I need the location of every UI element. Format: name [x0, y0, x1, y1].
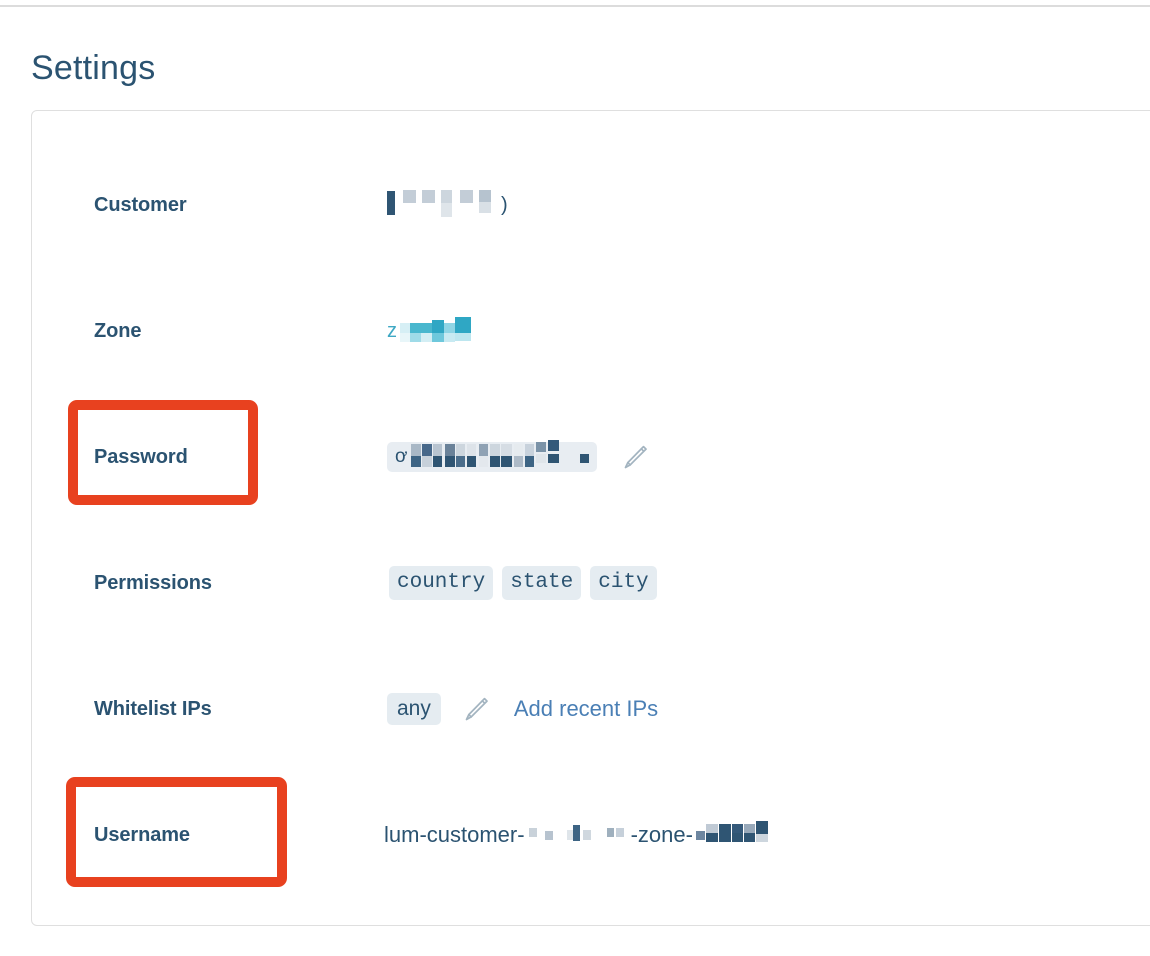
top-divider — [0, 5, 1150, 7]
label-zone: Zone — [94, 319, 142, 342]
settings-row-username: Username lum-customer- -zone- — [32, 807, 1150, 863]
redacted-zone-value — [400, 317, 472, 342]
value-whitelist-ips: any Add recent IPs — [387, 689, 658, 729]
value-password: ơ — [387, 437, 651, 477]
settings-row-zone: Zone z — [32, 303, 1150, 359]
whitelist-pill-any[interactable]: any — [387, 693, 441, 725]
label-password: Password — [94, 445, 188, 468]
settings-row-password: Password ơ — [32, 429, 1150, 485]
username-zone-separator: -zone- — [630, 822, 693, 847]
redacted-password-value — [411, 440, 590, 468]
redacted-customer-value — [387, 190, 499, 217]
pencil-icon[interactable] — [617, 440, 651, 474]
label-permissions: Permissions — [94, 571, 212, 594]
settings-row-permissions: Permissions country state city — [32, 555, 1150, 611]
value-customer: ) — [387, 185, 508, 225]
redacted-username-customer-id — [527, 825, 631, 845]
value-username: lum-customer- -zone- — [384, 815, 788, 855]
settings-row-whitelist-ips: Whitelist IPs any Add recent IPs — [32, 681, 1150, 737]
password-lead-char: ơ — [395, 446, 408, 467]
permission-pill-country[interactable]: country — [389, 566, 494, 600]
redacted-username-zone — [695, 821, 788, 845]
page-title: Settings — [31, 49, 156, 87]
label-customer: Customer — [94, 193, 187, 216]
customer-trailing-char: ) — [501, 194, 508, 216]
zone-lead-char: z — [387, 320, 397, 342]
settings-row-customer: Customer ) — [32, 177, 1150, 233]
label-username: Username — [94, 823, 190, 846]
permission-pill-city[interactable]: city — [590, 566, 657, 600]
label-whitelist-ips: Whitelist IPs — [94, 697, 212, 720]
value-permissions: country state city — [389, 563, 666, 603]
permission-pill-state[interactable]: state — [502, 566, 582, 600]
pencil-icon[interactable] — [458, 692, 492, 726]
settings-card: Customer ) Zone z Password ơ Permissions… — [31, 110, 1150, 926]
password-value-pill[interactable]: ơ — [387, 440, 598, 472]
value-zone: z — [387, 311, 472, 351]
add-recent-ips-link[interactable]: Add recent IPs — [514, 696, 658, 722]
username-prefix: lum-customer- — [384, 822, 525, 847]
